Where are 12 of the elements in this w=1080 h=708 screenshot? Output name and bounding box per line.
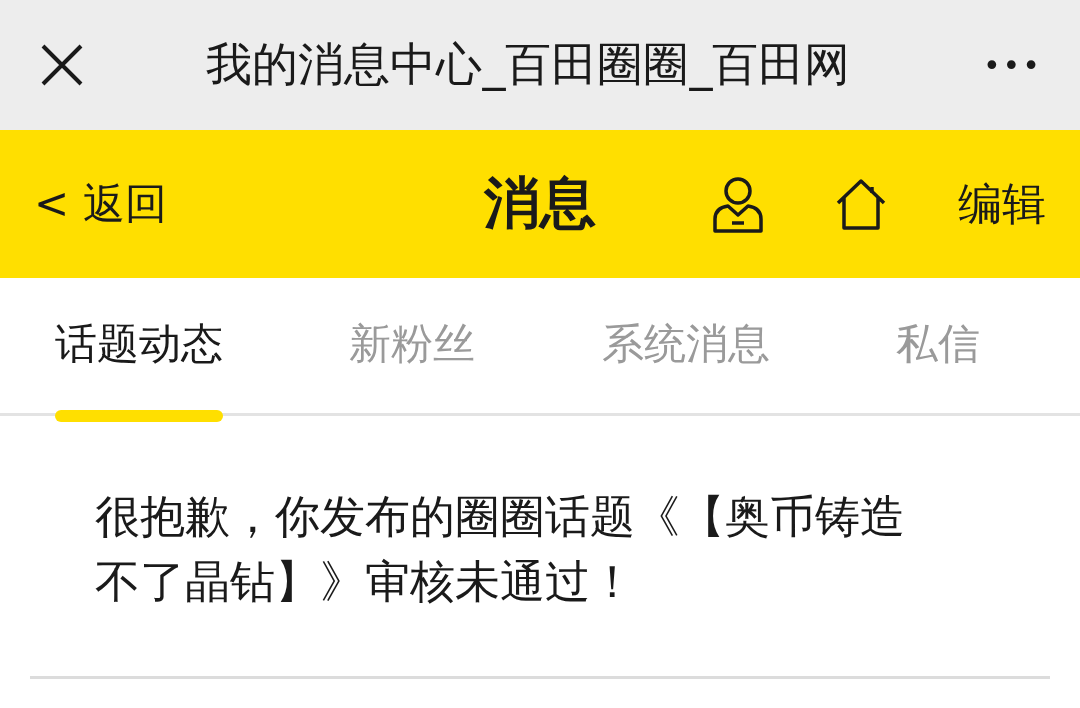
profile-button[interactable]: [712, 175, 764, 233]
home-button[interactable]: [834, 177, 888, 231]
house-icon: [834, 177, 888, 231]
close-icon: [40, 43, 84, 87]
person-icon: [712, 175, 764, 233]
tab[interactable]: 话题动态: [55, 278, 223, 422]
edit-button[interactable]: 编辑: [958, 174, 1046, 234]
back-button[interactable]: < 返回: [34, 176, 167, 232]
message-text: 很抱歉，你发布的圈圈话题《【奥币铸造不了晶钻】》审核未通过！: [95, 489, 906, 610]
page-title: 消息: [484, 170, 596, 235]
window-title: 我的消息中心_百田圈圈_百田网: [205, 36, 852, 93]
more-button[interactable]: •••: [974, 47, 1050, 83]
